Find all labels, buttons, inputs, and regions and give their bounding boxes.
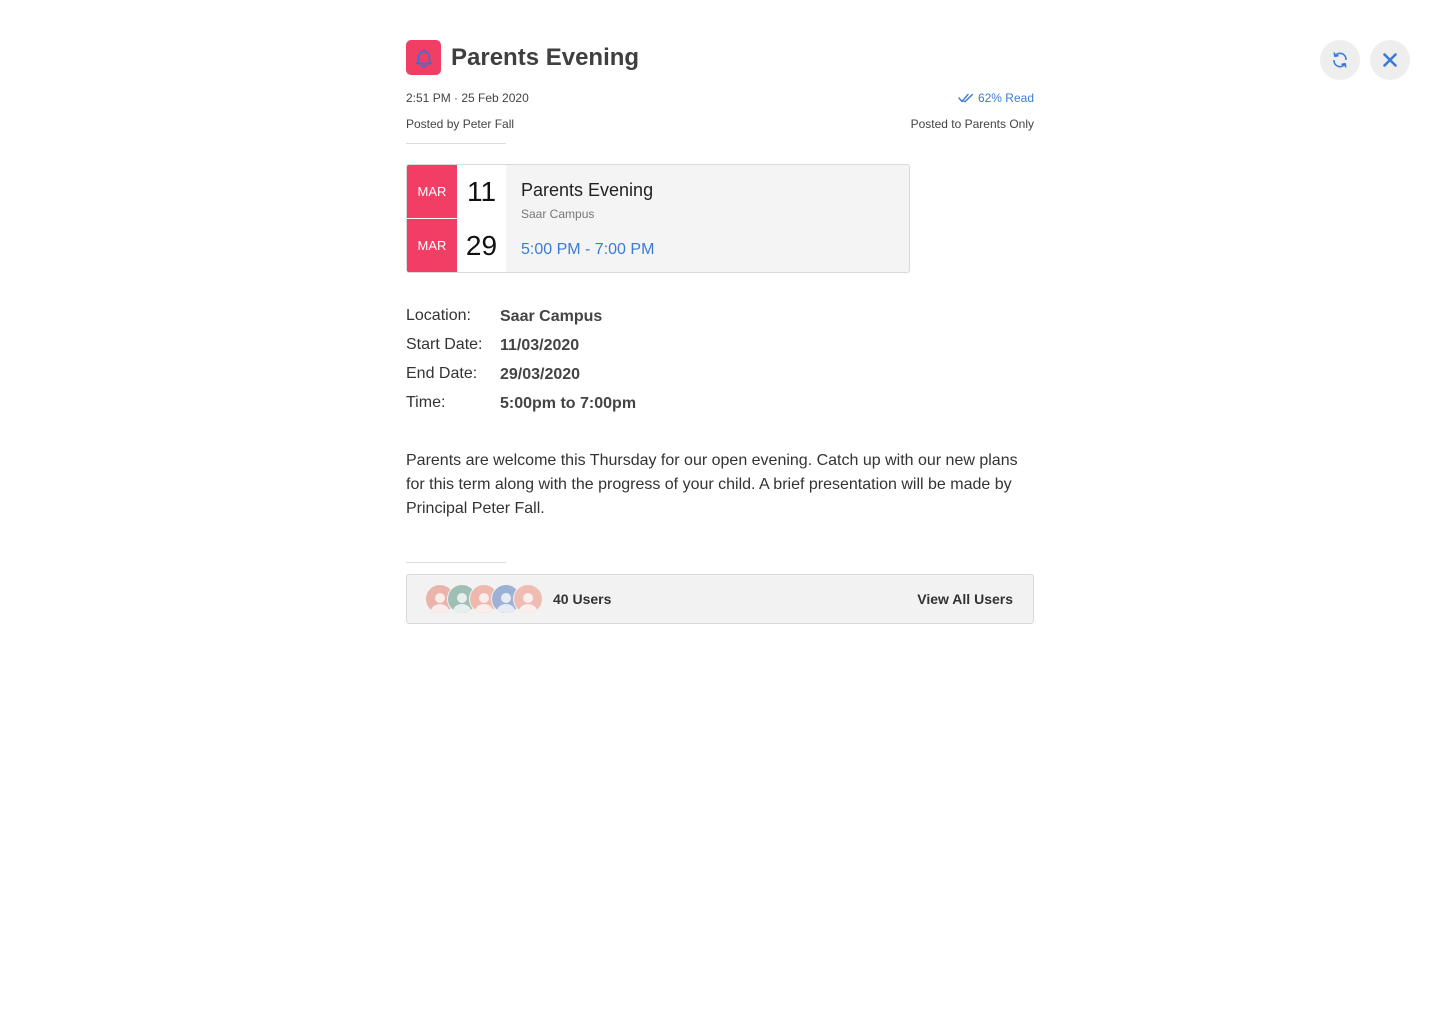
detail-row-location: Location: Saar Campus bbox=[406, 307, 1034, 336]
bell-icon bbox=[415, 48, 432, 68]
header: Parents Evening bbox=[406, 40, 1034, 75]
end-month: MAR bbox=[407, 219, 457, 272]
bell-badge bbox=[406, 40, 441, 75]
refresh-button[interactable] bbox=[1320, 40, 1360, 80]
detail-row-time: Time: 5:00pm to 7:00pm bbox=[406, 394, 1034, 423]
detail-value: Saar Campus bbox=[500, 308, 603, 325]
avatar bbox=[513, 584, 543, 614]
end-day: 29 bbox=[457, 219, 506, 272]
posted-by: Posted by Peter Fall bbox=[406, 117, 515, 131]
event-info: Parents Evening Saar Campus 5:00 PM - 7:… bbox=[507, 165, 654, 272]
detail-label: End Date: bbox=[406, 365, 478, 382]
event-card[interactable]: MAR 11 MAR 29 Parents Evening Saar Campu… bbox=[406, 164, 910, 273]
view-all-users-link[interactable]: View All Users bbox=[917, 591, 1013, 607]
posted-to: Posted to Parents Only bbox=[910, 117, 1034, 131]
avatar-stack bbox=[425, 584, 543, 614]
event-details: Location: Saar Campus Start Date: 11/03/… bbox=[406, 307, 1034, 423]
detail-label: Location: bbox=[406, 307, 471, 324]
detail-row-end-date: End Date: 29/03/2020 bbox=[406, 365, 1034, 394]
detail-value: 11/03/2020 bbox=[500, 337, 580, 354]
detail-value: 5:00pm to 7:00pm bbox=[500, 395, 637, 412]
read-status-label: 62% Read bbox=[977, 91, 1034, 105]
date-column: MAR 11 MAR 29 bbox=[407, 165, 507, 272]
page-title: Parents Evening bbox=[451, 43, 640, 71]
meta-row-timestamp: 2:51 PM · 25 Feb 2020 62% Read bbox=[406, 91, 1034, 105]
meta-row-poster: Posted by Peter Fall Posted to Parents O… bbox=[406, 117, 1034, 131]
announcement-content: Parents Evening 2:51 PM · 25 Feb 2020 62… bbox=[406, 40, 1034, 624]
read-status[interactable]: 62% Read bbox=[958, 91, 1034, 105]
start-month: MAR bbox=[407, 165, 457, 218]
end-date-block: MAR 29 bbox=[407, 218, 507, 272]
refresh-icon bbox=[1333, 52, 1347, 68]
announcement-page: Parents Evening 2:51 PM · 25 Feb 2020 62… bbox=[0, 0, 1440, 1024]
detail-label: Start Date: bbox=[406, 336, 483, 353]
users-count: 40 Users bbox=[553, 591, 612, 607]
users-bar: 40 Users View All Users bbox=[406, 574, 1034, 624]
start-date-block: MAR 11 bbox=[407, 165, 507, 218]
event-location: Saar Campus bbox=[521, 207, 595, 221]
detail-label: Time: bbox=[406, 394, 446, 411]
announcement-description: Parents are welcome this Thursday for ou… bbox=[406, 452, 1018, 517]
start-day: 11 bbox=[457, 165, 506, 218]
divider bbox=[406, 562, 506, 563]
detail-value: 29/03/2020 bbox=[500, 366, 581, 383]
post-timestamp: 2:51 PM · 25 Feb 2020 bbox=[406, 91, 529, 105]
close-icon bbox=[1383, 53, 1397, 67]
event-time: 5:00 PM - 7:00 PM bbox=[521, 241, 655, 258]
person-icon bbox=[518, 593, 538, 613]
users-summary: 40 Users bbox=[407, 584, 611, 614]
close-button[interactable] bbox=[1370, 40, 1410, 80]
divider bbox=[406, 143, 506, 144]
double-check-icon bbox=[958, 93, 974, 103]
event-title: Parents Evening bbox=[521, 180, 654, 200]
detail-row-start-date: Start Date: 11/03/2020 bbox=[406, 336, 1034, 365]
